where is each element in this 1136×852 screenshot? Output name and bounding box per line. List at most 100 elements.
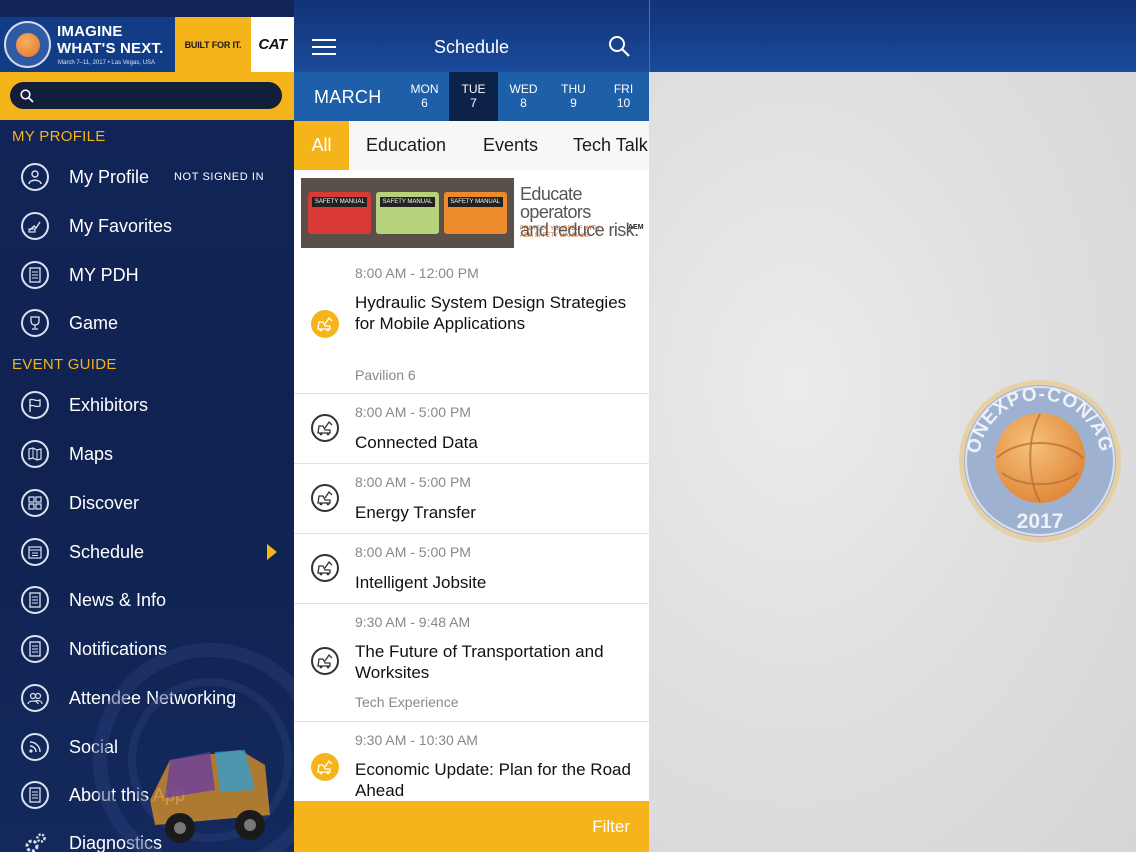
sidebar-item-label: MY PDH: [69, 264, 139, 285]
aem-logo: AEM: [628, 224, 644, 231]
sidebar-item-schedule[interactable]: Schedule: [0, 529, 294, 575]
sidebar-item-my-pdh[interactable]: MY PDH: [0, 252, 294, 298]
sidebar-item-news-info[interactable]: News & Info: [0, 577, 294, 623]
grid-icon: [21, 489, 49, 517]
sidebar-search-bar: [0, 72, 294, 120]
gears-icon: [21, 829, 49, 852]
manual-green: SAFETY MANUAL: [375, 192, 439, 234]
day-number: 9: [570, 96, 577, 110]
filter-button-label: Filter: [592, 817, 630, 836]
sidebar-item-my-profile[interactable]: My Profile NOT SIGNED IN: [0, 154, 294, 200]
manual-label: SAFETY MANUAL: [379, 197, 435, 207]
trophy-icon: [21, 309, 49, 337]
selected-arrow-icon: [267, 544, 277, 560]
safety-manuals-image: SAFETY MANUAL SAFETY MANUAL SAFETY MANUA…: [301, 178, 514, 248]
manual-label: SAFETY MANUAL: [447, 197, 503, 207]
sponsor-banner[interactable]: IMAGINE WHAT'S NEXT. March 7–11, 2017 • …: [0, 17, 294, 72]
search-icon[interactable]: [607, 34, 631, 58]
date-bar: MARCH MON 6 TUE 7 WED 8 THU 9 FRI 10: [294, 72, 649, 121]
tab-all[interactable]: All: [294, 121, 349, 170]
watermark-year: 2017: [1017, 510, 1064, 533]
document-icon: [21, 781, 49, 809]
day-weekday: WED: [509, 82, 538, 96]
day-weekday: FRI: [613, 82, 634, 96]
session-row[interactable]: 9:30 AM - 10:30 AM Economic Update: Plan…: [294, 722, 649, 812]
pdh-icon: [21, 261, 49, 289]
sidebar-item-my-favorites[interactable]: My Favorites: [0, 203, 294, 249]
ad-tagline: PROTECT YOURSELF WITH AEM SAFETY MANUALS…: [520, 226, 620, 240]
day-fri-10[interactable]: FRI 10: [599, 72, 648, 121]
day-number: 7: [470, 96, 477, 110]
notification-icon: [21, 635, 49, 663]
session-location: Tech Experience: [355, 694, 459, 710]
session-time: 8:00 AM - 5:00 PM: [355, 404, 471, 420]
session-row[interactable]: 8:00 AM - 5:00 PM Energy Transfer: [294, 464, 649, 534]
cat-logo: CAT: [251, 17, 294, 72]
conexpo-logo: [4, 21, 51, 68]
sidebar-item-exhibitors[interactable]: Exhibitors: [0, 382, 294, 428]
day-wed-8[interactable]: WED 8: [499, 72, 548, 121]
sidebar-item-maps[interactable]: Maps: [0, 431, 294, 477]
session-type-icon: [311, 484, 339, 512]
detail-header: [649, 0, 1136, 72]
search-icon: [20, 89, 34, 103]
session-type-icon: [311, 647, 339, 675]
schedule-header: Schedule: [294, 0, 649, 72]
news-icon: [21, 586, 49, 614]
advertisement-banner[interactable]: SAFETY MANUAL SAFETY MANUAL SAFETY MANUA…: [301, 178, 644, 248]
day-weekday: THU: [561, 82, 586, 96]
sidebar-item-label: Maps: [69, 443, 114, 464]
session-type-icon: [311, 310, 339, 338]
sidebar: IMAGINE WHAT'S NEXT. March 7–11, 2017 • …: [0, 0, 294, 852]
session-row[interactable]: 8:00 AM - 5:00 PM Intelligent Jobsite: [294, 534, 649, 604]
sidebar-item-game[interactable]: Game: [0, 300, 294, 346]
tab-events[interactable]: Events: [483, 121, 538, 170]
session-type-icon: [311, 414, 339, 442]
sidebar-item-label: Exhibitors: [69, 394, 149, 415]
session-time: 8:00 AM - 5:00 PM: [355, 474, 471, 490]
detail-pane: CONEXPO-CON/AGG 2017: [649, 0, 1136, 852]
banner-line1: IMAGINE: [57, 23, 123, 40]
ad-tagline-line2: AEM SAFETY MANUALS.: [520, 233, 591, 239]
session-title: Connected Data: [355, 433, 478, 452]
cat-logo-text: CAT: [258, 36, 287, 53]
session-time: 9:30 AM - 9:48 AM: [355, 614, 471, 630]
day-thu-9[interactable]: THU 9: [549, 72, 598, 121]
session-title: Intelligent Jobsite: [355, 573, 487, 592]
manual-label: SAFETY MANUAL: [312, 197, 368, 207]
session-row[interactable]: 9:30 AM - 9:48 AM The Future of Transpor…: [294, 604, 649, 722]
session-time: 8:00 AM - 12:00 PM: [355, 265, 479, 281]
manual-orange: SAFETY MANUAL: [443, 192, 507, 234]
session-time: 9:30 AM - 10:30 AM: [355, 732, 478, 748]
tab-tech-talk[interactable]: Tech Talk: [573, 121, 648, 170]
day-number: 6: [421, 96, 428, 110]
section-my-profile: MY PROFILE: [12, 128, 106, 145]
page-title: Schedule: [433, 37, 510, 57]
conexpo-watermark-logo: CONEXPO-CON/AGG 2017: [957, 378, 1121, 542]
section-event-guide: EVENT GUIDE: [12, 356, 117, 373]
day-number: 8: [520, 96, 527, 110]
session-row[interactable]: 8:00 AM - 12:00 PM Hydraulic System Desi…: [294, 255, 649, 394]
banner-left: IMAGINE WHAT'S NEXT. March 7–11, 2017 • …: [0, 17, 175, 72]
ad-tagline-line1: PROTECT YOURSELF WITH: [520, 226, 600, 232]
ad-headline-line1: Educate operators: [520, 184, 591, 222]
calendar-icon: [21, 538, 49, 566]
sidebar-search-input[interactable]: [10, 82, 282, 109]
session-title: The Future of Transportation and Worksit…: [355, 642, 604, 682]
sidebar-item-discover[interactable]: Discover: [0, 480, 294, 526]
day-mon-6[interactable]: MON 6: [400, 72, 449, 121]
session-title: Hydraulic System Design Strategies for M…: [355, 293, 627, 333]
day-tue-7[interactable]: TUE 7: [449, 72, 498, 121]
session-time: 8:00 AM - 5:00 PM: [355, 544, 471, 560]
sidebar-item-label: Game: [69, 312, 119, 333]
truck-illustration: [93, 643, 294, 852]
user-icon: [21, 163, 49, 191]
session-row[interactable]: 8:00 AM - 5:00 PM Connected Data: [294, 394, 649, 464]
filter-button[interactable]: Filter: [294, 801, 649, 852]
tab-education[interactable]: Education: [366, 121, 446, 170]
favorites-icon: [21, 212, 49, 240]
session-type-icon: [311, 753, 339, 781]
built-for-it-text: BUILT FOR IT.: [184, 39, 242, 50]
day-number: 10: [616, 96, 631, 110]
session-type-icon: [311, 554, 339, 582]
